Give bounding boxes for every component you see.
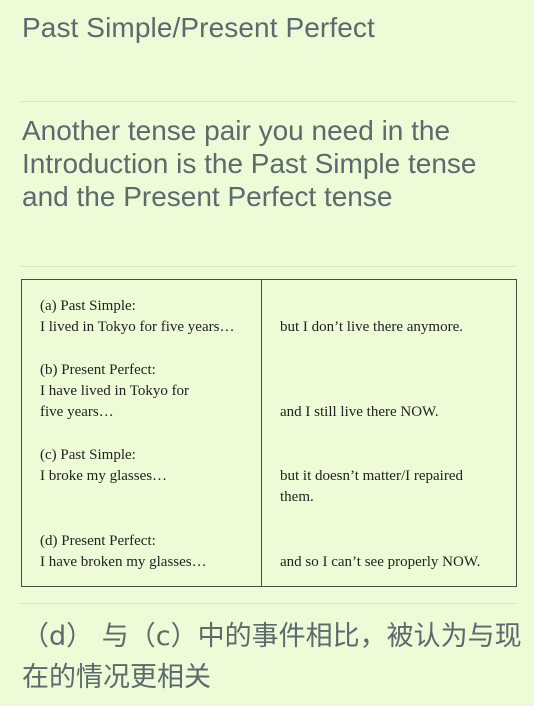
explanation-c: but it doesn’t matter/I repaired them. [280, 466, 463, 508]
example-b-sentence-line-2: five years… [40, 404, 114, 420]
divider-bottom [20, 603, 516, 604]
explanation-b: and I still live there NOW. [280, 402, 439, 423]
page-title: Past Simple/Present Perfect [22, 12, 375, 43]
table-left-column: (a) Past Simple: I lived in Tokyo for fi… [21, 279, 262, 587]
section-heading: Another tense pair you need in the Intro… [22, 115, 477, 212]
example-b-sentence-line-1: I have lived in Tokyo for [40, 383, 190, 399]
divider-middle [20, 266, 516, 267]
explanation-b-text: and I still live there NOW. [280, 404, 439, 420]
example-a: (a) Past Simple: I lived in Tokyo for fi… [40, 296, 234, 338]
explanation-a-text: but I don’t live there anymore. [280, 319, 464, 335]
explanation-a: but I don’t live there anymore. [280, 317, 463, 338]
divider-top [20, 101, 516, 102]
explanation-c-line-2: them. [280, 489, 314, 505]
example-c-sentence: I broke my glasses… [40, 468, 168, 484]
table-row: (a) Past Simple: I lived in Tokyo for fi… [21, 279, 517, 587]
table-right-column: but I don’t live there anymore. and I st… [262, 280, 517, 587]
example-d-sentence: I have broken my glasses… [40, 554, 207, 570]
example-a-label: (a) Past Simple: [40, 298, 136, 314]
translation-note: （d） 与（c）中的事件相比，被认为与现在的情况更相关 [22, 621, 522, 693]
example-d: (d) Present Perfect: I have broken my gl… [40, 531, 207, 573]
example-c-label: (c) Past Simple: [40, 447, 136, 463]
tense-comparison-table: (a) Past Simple: I lived in Tokyo for fi… [21, 279, 517, 587]
explanation-d: and so I can’t see properly NOW. [280, 552, 480, 573]
example-d-label: (d) Present Perfect: [40, 533, 156, 549]
example-a-sentence: I lived in Tokyo for five years… [40, 319, 235, 335]
example-b-label: (b) Present Perfect: [40, 362, 156, 378]
explanation-c-line-1: but it doesn’t matter/I repaired [280, 468, 463, 484]
example-c: (c) Past Simple: I broke my glasses… [40, 445, 167, 487]
explanation-d-text: and so I can’t see properly NOW. [280, 554, 481, 570]
example-b: (b) Present Perfect: I have lived in Tok… [40, 360, 189, 423]
